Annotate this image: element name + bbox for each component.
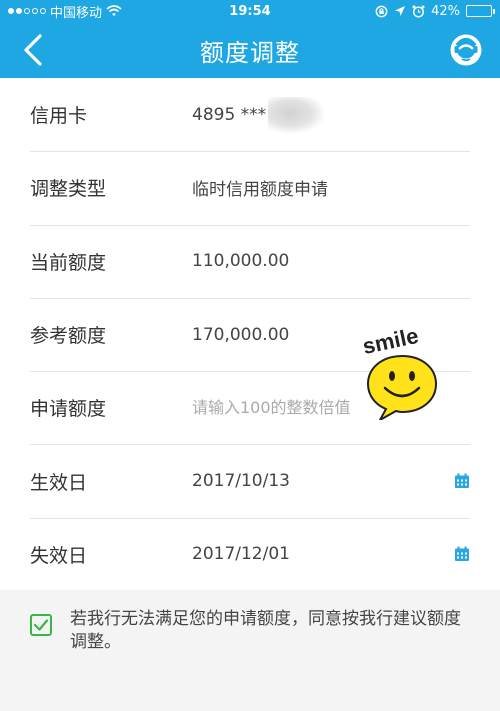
effective-date-value: 2017/10/13 [192, 471, 290, 492]
apply-limit-input[interactable] [192, 397, 362, 417]
page-title: 额度调整 [200, 38, 300, 67]
current-limit-label: 当前额度 [30, 251, 107, 274]
adjust-type-value: 临时信用额度申请 [192, 180, 328, 201]
reference-limit-label: 参考额度 [30, 325, 107, 348]
wifi-icon [106, 5, 122, 16]
expire-date-label: 失效日 [30, 544, 88, 567]
smiley-face-icon: smile [360, 323, 438, 420]
effective-date-label: 生效日 [30, 471, 88, 494]
calendar-icon[interactable] [454, 546, 470, 562]
apply-limit-wrap [192, 397, 362, 418]
reference-limit-value: 170,000.00 [192, 324, 290, 345]
carrier-name: 中国移动 [50, 5, 103, 21]
signal-dots-icon [8, 8, 46, 14]
calendar-icon[interactable] [454, 473, 470, 489]
current-limit-value: 110,000.00 [192, 251, 290, 272]
battery-icon [466, 5, 495, 17]
checkmark-icon [33, 619, 49, 631]
location-arrow-icon [395, 6, 406, 16]
expire-date-value: 2017/12/01 [192, 544, 290, 565]
credit-card-number: 4895 *** [192, 96, 325, 133]
row-credit-card: 信用卡 4895 *** [0, 78, 500, 151]
card-number-text: 4895 *** [192, 104, 267, 125]
chevron-left-icon[interactable] [18, 32, 52, 68]
redacted-mask [268, 96, 325, 133]
agreement-checkbox[interactable] [30, 614, 52, 636]
status-bar: 中国移动 19:54 42% [0, 0, 500, 22]
status-left: 中国移动 [8, 2, 122, 21]
rotation-lock-icon [375, 5, 388, 17]
row-expire-date[interactable]: 失效日 2017/12/01 [0, 517, 500, 591]
agreement-text: 若我行无法满足您的申请额度，同意按我行建议额度调整。 [70, 609, 461, 652]
nav-bar: 额度调整 [0, 22, 500, 78]
alarm-clock-icon [412, 5, 425, 18]
row-adjust-type[interactable]: 调整类型 临时信用额度申请 [0, 151, 500, 224]
sticker-text: smile [360, 323, 420, 359]
customer-service-icon[interactable] [448, 32, 484, 68]
agreement-section: 若我行无法满足您的申请额度，同意按我行建议额度调整。 [0, 590, 500, 711]
credit-card-label: 信用卡 [30, 105, 88, 128]
status-right: 42% [375, 3, 495, 19]
adjust-type-label: 调整类型 [30, 178, 107, 201]
battery-percent: 42% [431, 3, 460, 19]
row-effective-date[interactable]: 生效日 2017/10/13 [0, 444, 500, 517]
apply-limit-label: 申请额度 [30, 398, 107, 421]
row-current-limit: 当前额度 110,000.00 [0, 224, 500, 298]
